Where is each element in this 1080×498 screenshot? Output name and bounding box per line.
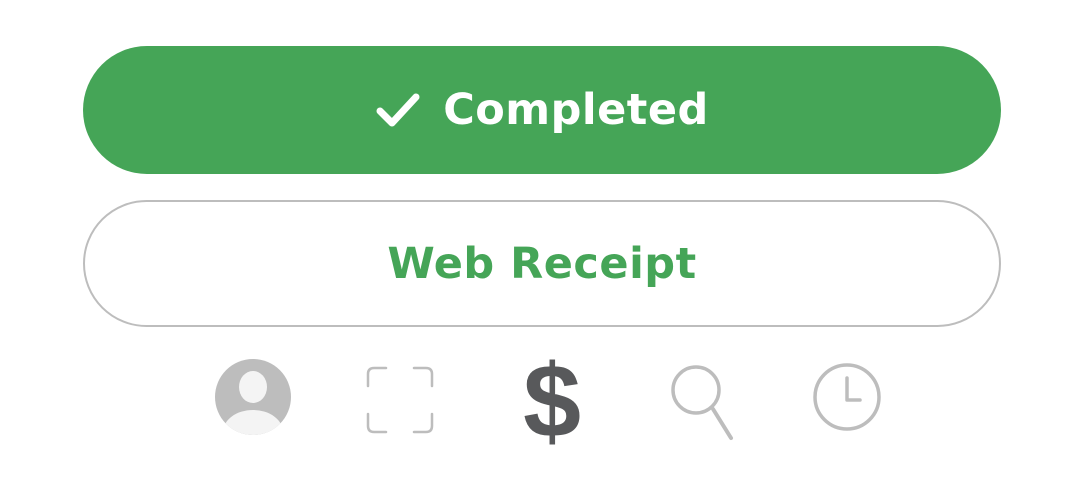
payment-status-screen: Completed Web Receipt $ xyxy=(0,0,1080,498)
completed-label: Completed xyxy=(443,85,709,135)
web-receipt-label: Web Receipt xyxy=(387,238,697,289)
tab-scan[interactable] xyxy=(364,364,436,436)
tab-money[interactable]: $ xyxy=(512,350,592,454)
checkmark-icon xyxy=(376,93,420,127)
person-icon xyxy=(215,359,291,435)
tab-profile[interactable] xyxy=(214,358,292,436)
bottom-tab-bar: $ xyxy=(0,350,1080,454)
scan-frame-icon xyxy=(366,366,434,434)
dollar-icon: $ xyxy=(523,344,581,460)
clock-icon xyxy=(813,363,881,431)
completed-button[interactable]: Completed xyxy=(83,46,1001,174)
search-icon xyxy=(671,365,733,440)
tab-history[interactable] xyxy=(810,360,884,434)
tab-search[interactable] xyxy=(668,360,738,444)
web-receipt-button[interactable]: Web Receipt xyxy=(83,200,1001,327)
